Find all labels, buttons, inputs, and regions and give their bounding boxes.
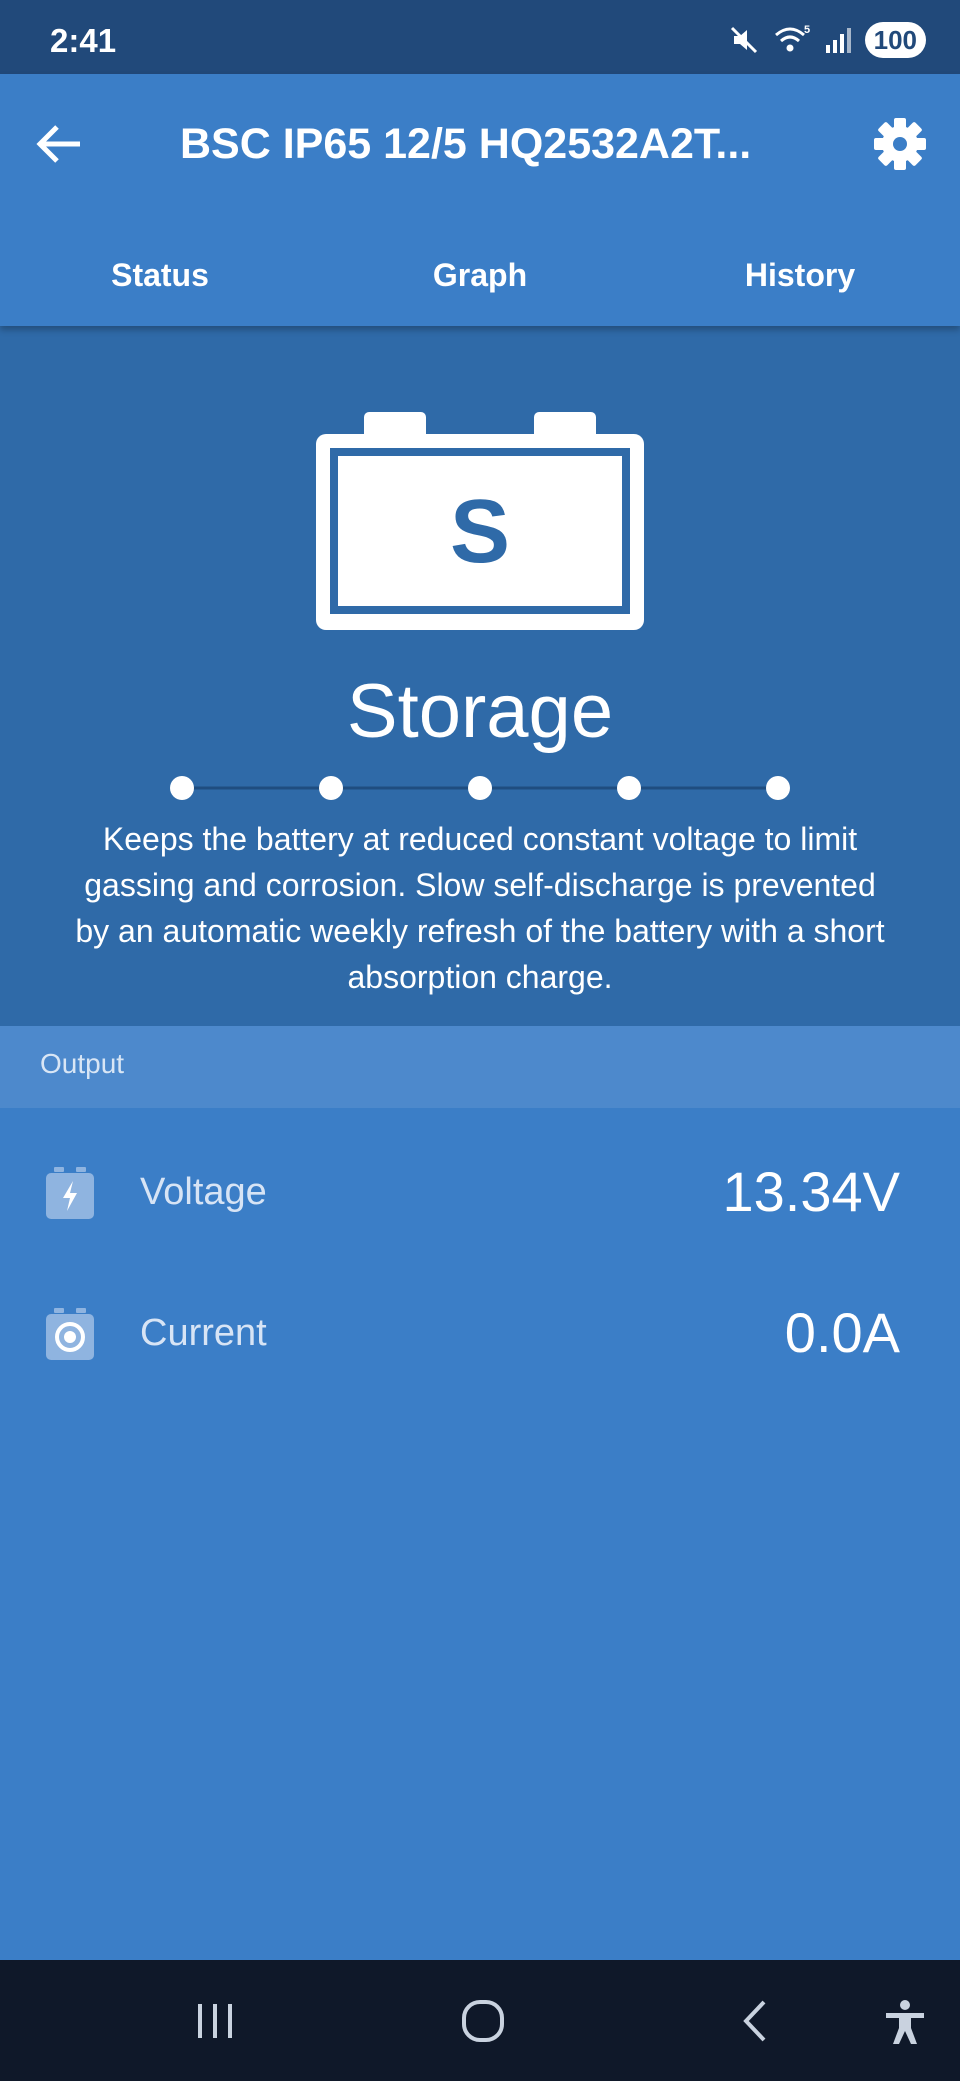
stage-dot <box>468 776 492 800</box>
mute-icon <box>730 26 757 54</box>
stage-dot <box>766 776 790 800</box>
wifi-icon: 5 <box>774 24 810 52</box>
battery-level: 100 <box>864 22 926 58</box>
stage-dot <box>617 776 641 800</box>
charge-state-description: Keeps the battery at reduced constant vo… <box>75 821 885 995</box>
row-label: Current <box>140 1312 267 1354</box>
charge-state-panel: S Storage Keeps the battery at reduced c… <box>0 326 960 1026</box>
status-bar: 2:41 5 100 <box>0 0 960 74</box>
tab-history[interactable]: History <box>640 240 960 326</box>
charge-stage-stepper <box>170 776 790 800</box>
arrow-left-icon <box>36 125 80 163</box>
battery-icon: S <box>316 412 644 630</box>
current-icon <box>46 1308 94 1360</box>
voltage-icon <box>46 1167 94 1219</box>
stage-dot <box>170 776 194 800</box>
voltage-row: Voltage 13.34V <box>0 1123 960 1263</box>
stage-dot <box>319 776 343 800</box>
charge-state-name: Storage <box>346 669 614 754</box>
wifi-badge: 5 <box>804 24 810 36</box>
row-label: Voltage <box>140 1171 267 1213</box>
tab-bar: Status Graph History <box>0 240 960 326</box>
tab-status[interactable]: Status <box>0 240 320 326</box>
output-section-header: Output <box>0 1026 960 1108</box>
system-nav-bar <box>0 1960 960 2081</box>
status-icons: 5 100 <box>727 20 926 60</box>
recent-apps-icon[interactable] <box>190 1998 240 2044</box>
accessibility-icon[interactable] <box>882 1998 928 2046</box>
device-title: BSC IP65 12/5 HQ2532A2T... <box>180 120 752 168</box>
gear-icon <box>874 118 926 170</box>
current-value: 0.0A <box>784 1301 900 1364</box>
signal-icon <box>825 28 851 53</box>
current-row: Current 0.0A <box>0 1264 960 1404</box>
status-time: 2:41 <box>50 22 117 59</box>
back-icon[interactable] <box>736 1998 776 2044</box>
settings-button[interactable] <box>870 114 930 174</box>
voltage-value: 13.34V <box>722 1160 901 1223</box>
home-icon[interactable] <box>460 1998 506 2044</box>
section-label: Output <box>40 1048 125 1079</box>
charge-state-letter: S <box>450 482 510 582</box>
back-button[interactable] <box>30 114 90 174</box>
app-bar: BSC IP65 12/5 HQ2532A2T... Status Graph … <box>0 74 960 326</box>
tab-graph[interactable]: Graph <box>320 240 640 326</box>
